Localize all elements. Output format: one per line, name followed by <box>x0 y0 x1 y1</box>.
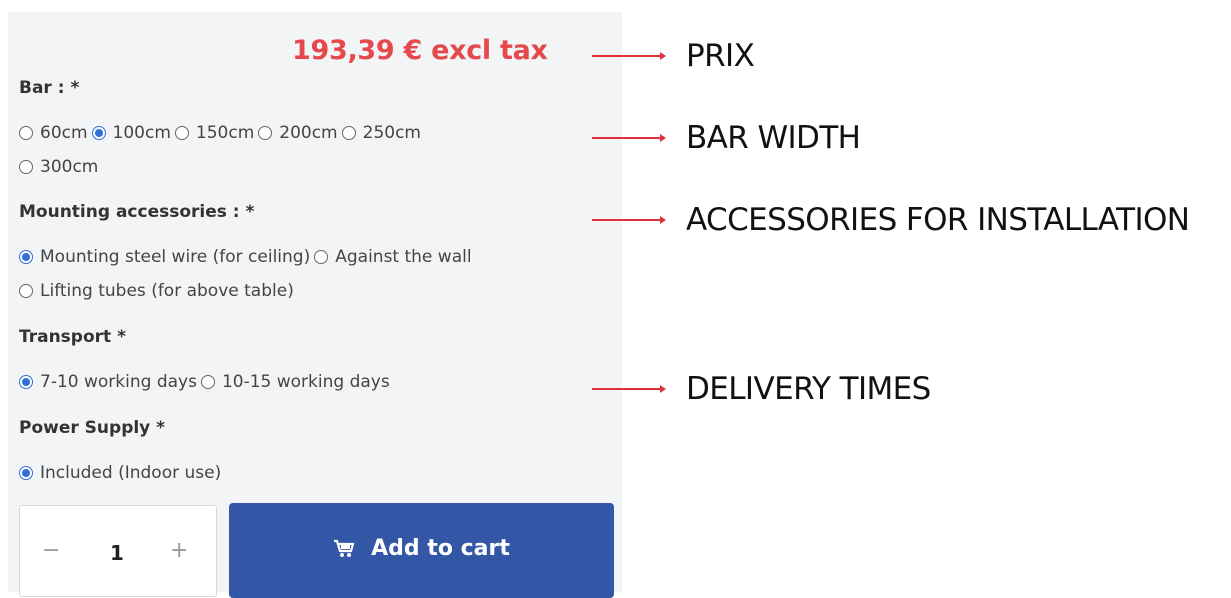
radio-button-selected[interactable] <box>19 375 33 389</box>
transport-group-label: Transport * <box>19 327 126 347</box>
power-option-included[interactable]: Included (Indoor use) <box>19 463 221 483</box>
annotation-delivery: DELIVERY TIMES <box>592 371 931 407</box>
annotation-bar-width-label: BAR WIDTH <box>686 120 861 156</box>
bar-group-label: Bar : * <box>19 78 80 98</box>
arrow-icon <box>592 52 666 60</box>
quantity-stepper: − 1 + <box>19 505 217 597</box>
bar-option-200cm[interactable]: 200cm <box>258 123 338 143</box>
radio-button[interactable] <box>258 126 273 140</box>
annotation-price: PRIX <box>592 38 755 74</box>
add-to-cart-label: Add to cart <box>371 536 510 561</box>
radio-button[interactable] <box>341 126 356 140</box>
add-to-cart-button[interactable]: Add to cart <box>229 503 614 598</box>
power-supply-group-label: Power Supply * <box>19 418 166 438</box>
power-supply-options-line: Included (Indoor use) <box>19 463 225 483</box>
arrow-icon <box>592 134 666 142</box>
radio-button[interactable] <box>314 250 329 264</box>
bar-option-150cm[interactable]: 150cm <box>174 123 254 143</box>
increase-quantity-button[interactable]: + <box>170 538 188 563</box>
annotation-accessories: ACCESSORIES FOR INSTALLATION <box>592 202 1190 238</box>
bar-option-250cm[interactable]: 250cm <box>341 123 421 143</box>
transport-options-line: 7-10 working days 10-15 working days <box>19 372 394 392</box>
mounting-option-wall[interactable]: Against the wall <box>314 247 472 267</box>
transport-option-7-10-days[interactable]: 7-10 working days <box>19 372 197 392</box>
bar-options-line-1: 60cm 100cm 150cm 200cm 250cm <box>19 123 425 143</box>
bar-option-60cm[interactable]: 60cm <box>19 123 88 143</box>
bar-options-line-2: 300cm <box>19 157 102 177</box>
transport-option-10-15-days[interactable]: 10-15 working days <box>200 372 390 392</box>
bar-option-300cm[interactable]: 300cm <box>19 157 98 177</box>
radio-button[interactable] <box>174 126 189 140</box>
bar-option-100cm[interactable]: 100cm <box>91 123 171 143</box>
mounting-option-lifting-tubes[interactable]: Lifting tubes (for above table) <box>19 281 294 301</box>
radio-button[interactable] <box>19 284 33 298</box>
annotation-price-label: PRIX <box>686 38 755 74</box>
quantity-value[interactable]: 1 <box>110 541 124 565</box>
radio-button[interactable] <box>19 160 33 174</box>
radio-button-selected[interactable] <box>19 250 33 264</box>
cart-icon <box>333 539 355 559</box>
radio-button-selected[interactable] <box>19 466 33 480</box>
arrow-icon <box>592 385 666 393</box>
annotation-bar-width: BAR WIDTH <box>592 120 861 156</box>
mounting-options-line-1: Mounting steel wire (for ceiling) Agains… <box>19 247 476 267</box>
annotation-accessories-label: ACCESSORIES FOR INSTALLATION <box>686 202 1190 238</box>
product-price: 193,39 € excl tax <box>292 35 548 66</box>
arrow-icon <box>592 216 666 224</box>
mounting-group-label: Mounting accessories : * <box>19 202 255 222</box>
radio-button[interactable] <box>19 126 33 140</box>
radio-button[interactable] <box>200 375 215 389</box>
mounting-options-line-2: Lifting tubes (for above table) <box>19 281 298 301</box>
radio-button-selected[interactable] <box>91 126 106 140</box>
mounting-option-steel-wire[interactable]: Mounting steel wire (for ceiling) <box>19 247 310 267</box>
decrease-quantity-button[interactable]: − <box>42 538 60 563</box>
annotation-delivery-label: DELIVERY TIMES <box>686 371 931 407</box>
